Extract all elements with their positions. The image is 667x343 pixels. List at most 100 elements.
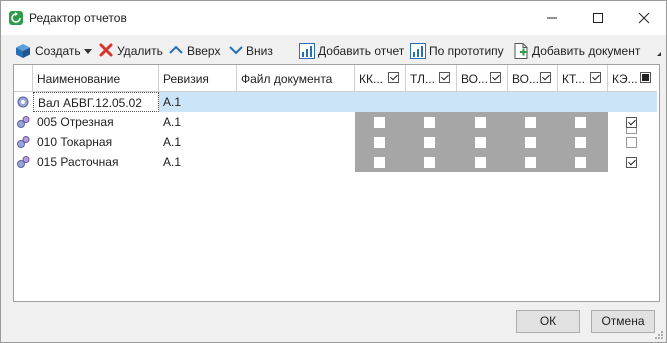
delete-label: Удалить — [117, 44, 163, 58]
col-vo1-label: ВО... — [461, 72, 488, 86]
check-ke[interactable] — [626, 117, 637, 128]
window-title: Редактор отчетов — [29, 11, 127, 25]
add-document-button[interactable]: Добавить документ — [514, 42, 642, 60]
add-report-button[interactable]: Добавить отчет — [299, 42, 405, 60]
col-file-header[interactable]: Файл документа — [237, 65, 355, 91]
by-prototype-button[interactable]: По прототипу — [410, 42, 510, 60]
file-cell[interactable] — [237, 152, 355, 172]
check-vo2 — [525, 117, 536, 128]
col-revision-header[interactable]: Ревизия — [159, 65, 237, 91]
create-label: Создать — [35, 44, 81, 58]
name-cell[interactable]: Вал АБВГ.12.05.02 — [33, 92, 159, 112]
add-document-icon — [514, 43, 528, 59]
row-name: Вал АБВГ.12.05.02 — [38, 96, 142, 110]
gears-icon — [17, 116, 30, 128]
col-name-label: Наименование — [37, 72, 121, 86]
revision-cell[interactable]: А.1 — [159, 132, 237, 152]
move-down-label: Вниз — [246, 44, 273, 58]
check-kt — [575, 157, 586, 168]
col-ke-header[interactable]: КЭ... — [608, 65, 657, 91]
create-button[interactable]: Создать — [15, 42, 93, 60]
name-cell[interactable]: 010 Токарная — [33, 132, 159, 152]
add-report-label: Добавить отчет — [318, 44, 405, 58]
checks-cell-group — [355, 92, 657, 112]
row-revision: А.1 — [163, 95, 182, 109]
col-tl-label: ТЛ... — [410, 72, 435, 86]
row-revision: А.1 — [163, 155, 182, 169]
check-kt — [575, 137, 586, 148]
maximize-icon — [593, 13, 603, 23]
ok-button[interactable]: ОК — [516, 310, 580, 333]
cancel-button[interactable]: Отмена — [591, 310, 655, 333]
check-tl — [424, 117, 435, 128]
check-vo1 — [475, 157, 486, 168]
minimize-button[interactable] — [529, 1, 575, 35]
table-row[interactable]: 005 Отрезная А.1 — [14, 112, 657, 132]
col-vo2-label: ВО... — [512, 72, 539, 86]
minimize-icon — [547, 17, 557, 19]
row-name: 005 Отрезная — [37, 115, 114, 129]
col-kt-label: КТ... — [562, 72, 585, 86]
revision-cell[interactable]: А.1 — [159, 92, 237, 112]
row-revision: А.1 — [163, 115, 182, 129]
check-kk — [374, 117, 385, 128]
check-vo2 — [525, 137, 536, 148]
check-vo2 — [525, 157, 536, 168]
reports-grid: Наименование Ревизия Файл документа КК..… — [13, 64, 660, 302]
col-tl-toggle-all[interactable] — [439, 72, 450, 83]
table-row[interactable]: 015 Расточная А.1 — [14, 152, 657, 172]
col-name-header[interactable]: Наименование — [33, 65, 159, 91]
move-up-label: Вверх — [187, 44, 221, 58]
col-vo1-toggle-all[interactable] — [490, 72, 501, 83]
toolbar: Создать Удалить Вверх Вниз Добавить отче… — [1, 38, 666, 62]
col-tl-header[interactable]: ТЛ... — [406, 65, 457, 91]
check-kt — [575, 117, 586, 128]
revision-cell[interactable]: А.1 — [159, 152, 237, 172]
move-down-button[interactable]: Вниз — [229, 42, 275, 60]
file-cell[interactable] — [237, 112, 355, 132]
check-kk — [374, 137, 385, 148]
file-cell[interactable] — [237, 132, 355, 152]
table-row[interactable]: 010 Токарная А.1 — [14, 132, 657, 152]
toolbar-overflow-icon[interactable] — [657, 52, 661, 56]
col-kk-toggle-all[interactable] — [388, 72, 399, 83]
row-name: 015 Расточная — [37, 155, 119, 169]
resize-grip-icon[interactable] — [654, 330, 664, 340]
maximize-button[interactable] — [575, 1, 621, 35]
row-revision: А.1 — [163, 135, 182, 149]
col-ke-label: КЭ... — [612, 72, 638, 86]
move-up-button[interactable]: Вверх — [169, 42, 223, 60]
check-ke[interactable] — [626, 137, 637, 148]
close-button[interactable] — [621, 1, 666, 35]
col-vo1-header[interactable]: ВО... — [457, 65, 508, 91]
col-kk-label: КК... — [359, 72, 383, 86]
col-kt-toggle-all[interactable] — [590, 72, 601, 83]
name-cell[interactable]: 005 Отрезная — [33, 112, 159, 132]
col-kt-header[interactable]: КТ... — [558, 65, 608, 91]
revision-cell[interactable]: А.1 — [159, 112, 237, 132]
col-kk-header[interactable]: КК... — [355, 65, 406, 91]
row-icon-cell — [14, 152, 33, 172]
report-chart-icon — [299, 43, 315, 59]
col-ke-toggle-all[interactable] — [640, 72, 651, 83]
gear-icon — [17, 96, 29, 108]
report-editor-window: Редактор отчетов Создать Удалить Вверх В… — [0, 0, 667, 343]
delete-button[interactable]: Удалить — [99, 42, 165, 60]
by-prototype-label: По прототипу — [429, 44, 504, 58]
col-vo2-header[interactable]: ВО... — [508, 65, 558, 91]
chevron-up-icon — [169, 45, 183, 54]
col-revision-label: Ревизия — [163, 72, 209, 86]
delete-x-icon — [99, 43, 113, 57]
row-name: 010 Токарная — [37, 135, 113, 149]
check-kk — [374, 157, 385, 168]
row-icon-cell — [14, 112, 33, 132]
table-row[interactable]: Вал АБВГ.12.05.02 А.1 — [14, 92, 657, 134]
file-cell[interactable] — [237, 92, 355, 112]
check-vo1 — [475, 137, 486, 148]
chevron-down-icon — [84, 49, 92, 54]
check-ke[interactable] — [626, 157, 637, 168]
name-cell[interactable]: 015 Расточная — [33, 152, 159, 172]
title-bar: Редактор отчетов — [1, 1, 666, 35]
col-vo2-toggle-all[interactable] — [540, 72, 551, 83]
gears-icon — [17, 156, 30, 168]
